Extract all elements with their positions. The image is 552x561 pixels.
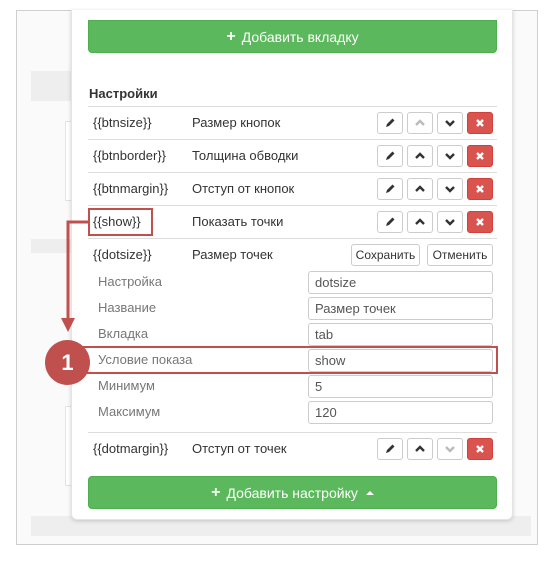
show-key-highlight bbox=[88, 208, 153, 236]
step-badge: 1 bbox=[45, 340, 90, 385]
show-condition-highlight bbox=[73, 346, 498, 374]
annotation-arrow bbox=[61, 220, 88, 332]
